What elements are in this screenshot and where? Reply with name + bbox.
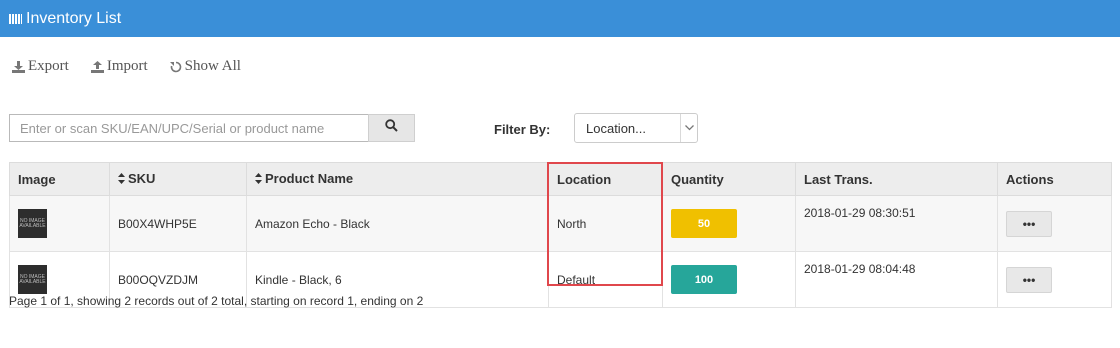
actions-cell: ••• bbox=[997, 195, 1112, 252]
quantity-badge[interactable]: 100 bbox=[671, 265, 737, 294]
table-header-row: Image SKU Product Name Location Quantity… bbox=[9, 162, 1112, 196]
actions-cell: ••• bbox=[997, 251, 1112, 308]
column-header-sku-label: SKU bbox=[128, 170, 156, 186]
download-icon bbox=[12, 60, 25, 73]
no-image-text: NO IMAGE AVAILABLE bbox=[19, 217, 46, 229]
pagination-summary: Page 1 of 1, showing 2 records out of 2 … bbox=[9, 294, 424, 308]
last-trans-cell: 2018-01-29 08:04:48 bbox=[795, 251, 998, 308]
select-value: Location... bbox=[586, 120, 646, 136]
toolbar: Export Import Show All bbox=[12, 58, 241, 75]
product-thumbnail[interactable]: NO IMAGE AVAILABLE bbox=[18, 209, 47, 238]
search-input[interactable] bbox=[9, 114, 368, 142]
export-button[interactable]: Export bbox=[12, 58, 69, 75]
location-filter-select[interactable]: Location... bbox=[574, 113, 698, 143]
show-all-button[interactable]: Show All bbox=[169, 58, 241, 75]
column-header-actions: Actions bbox=[997, 162, 1112, 196]
sort-icon bbox=[255, 172, 262, 187]
last-trans-cell: 2018-01-29 08:30:51 bbox=[795, 195, 998, 252]
filter-label: Filter By: bbox=[494, 122, 551, 137]
import-button[interactable]: Import bbox=[90, 58, 148, 75]
column-header-quantity: Quantity bbox=[662, 162, 796, 196]
page-title: Inventory List bbox=[26, 9, 122, 27]
no-image-text: NO IMAGE AVAILABLE bbox=[19, 273, 46, 285]
quantity-cell: 100 bbox=[662, 251, 796, 308]
inventory-table: Image SKU Product Name Location Quantity… bbox=[9, 162, 1112, 308]
location-cell: Default bbox=[548, 251, 663, 308]
chevron-down-icon bbox=[680, 114, 697, 142]
location-cell: North bbox=[548, 195, 663, 252]
column-header-last-trans: Last Trans. bbox=[795, 162, 998, 196]
product-thumbnail[interactable]: NO IMAGE AVAILABLE bbox=[18, 265, 47, 294]
column-header-location: Location bbox=[548, 162, 663, 196]
upload-icon bbox=[90, 60, 104, 73]
refresh-icon bbox=[169, 61, 182, 73]
image-cell: NO IMAGE AVAILABLE bbox=[9, 195, 110, 252]
quantity-badge[interactable]: 50 bbox=[671, 209, 737, 238]
row-actions-button[interactable]: ••• bbox=[1006, 266, 1052, 293]
import-label: Import bbox=[106, 58, 148, 74]
sku-cell: B00X4WHP5E bbox=[109, 195, 247, 252]
search-icon bbox=[385, 119, 398, 137]
row-actions-button[interactable]: ••• bbox=[1006, 210, 1052, 237]
sort-icon bbox=[118, 172, 125, 187]
search-bar bbox=[9, 114, 415, 142]
search-button[interactable] bbox=[368, 114, 415, 142]
table-row: NO IMAGE AVAILABLE B00X4WHP5E Amazon Ech… bbox=[9, 195, 1112, 252]
column-header-product-name-label: Product Name bbox=[265, 170, 354, 186]
column-header-sku[interactable]: SKU bbox=[109, 162, 247, 196]
list-icon bbox=[9, 13, 22, 24]
quantity-cell: 50 bbox=[662, 195, 796, 252]
column-header-product-name[interactable]: Product Name bbox=[246, 162, 549, 196]
export-label: Export bbox=[28, 58, 69, 74]
show-all-label: Show All bbox=[184, 58, 241, 74]
app-header: Inventory List bbox=[0, 0, 1120, 37]
product-name-cell: Amazon Echo - Black bbox=[246, 195, 549, 252]
column-header-image: Image bbox=[9, 162, 110, 196]
